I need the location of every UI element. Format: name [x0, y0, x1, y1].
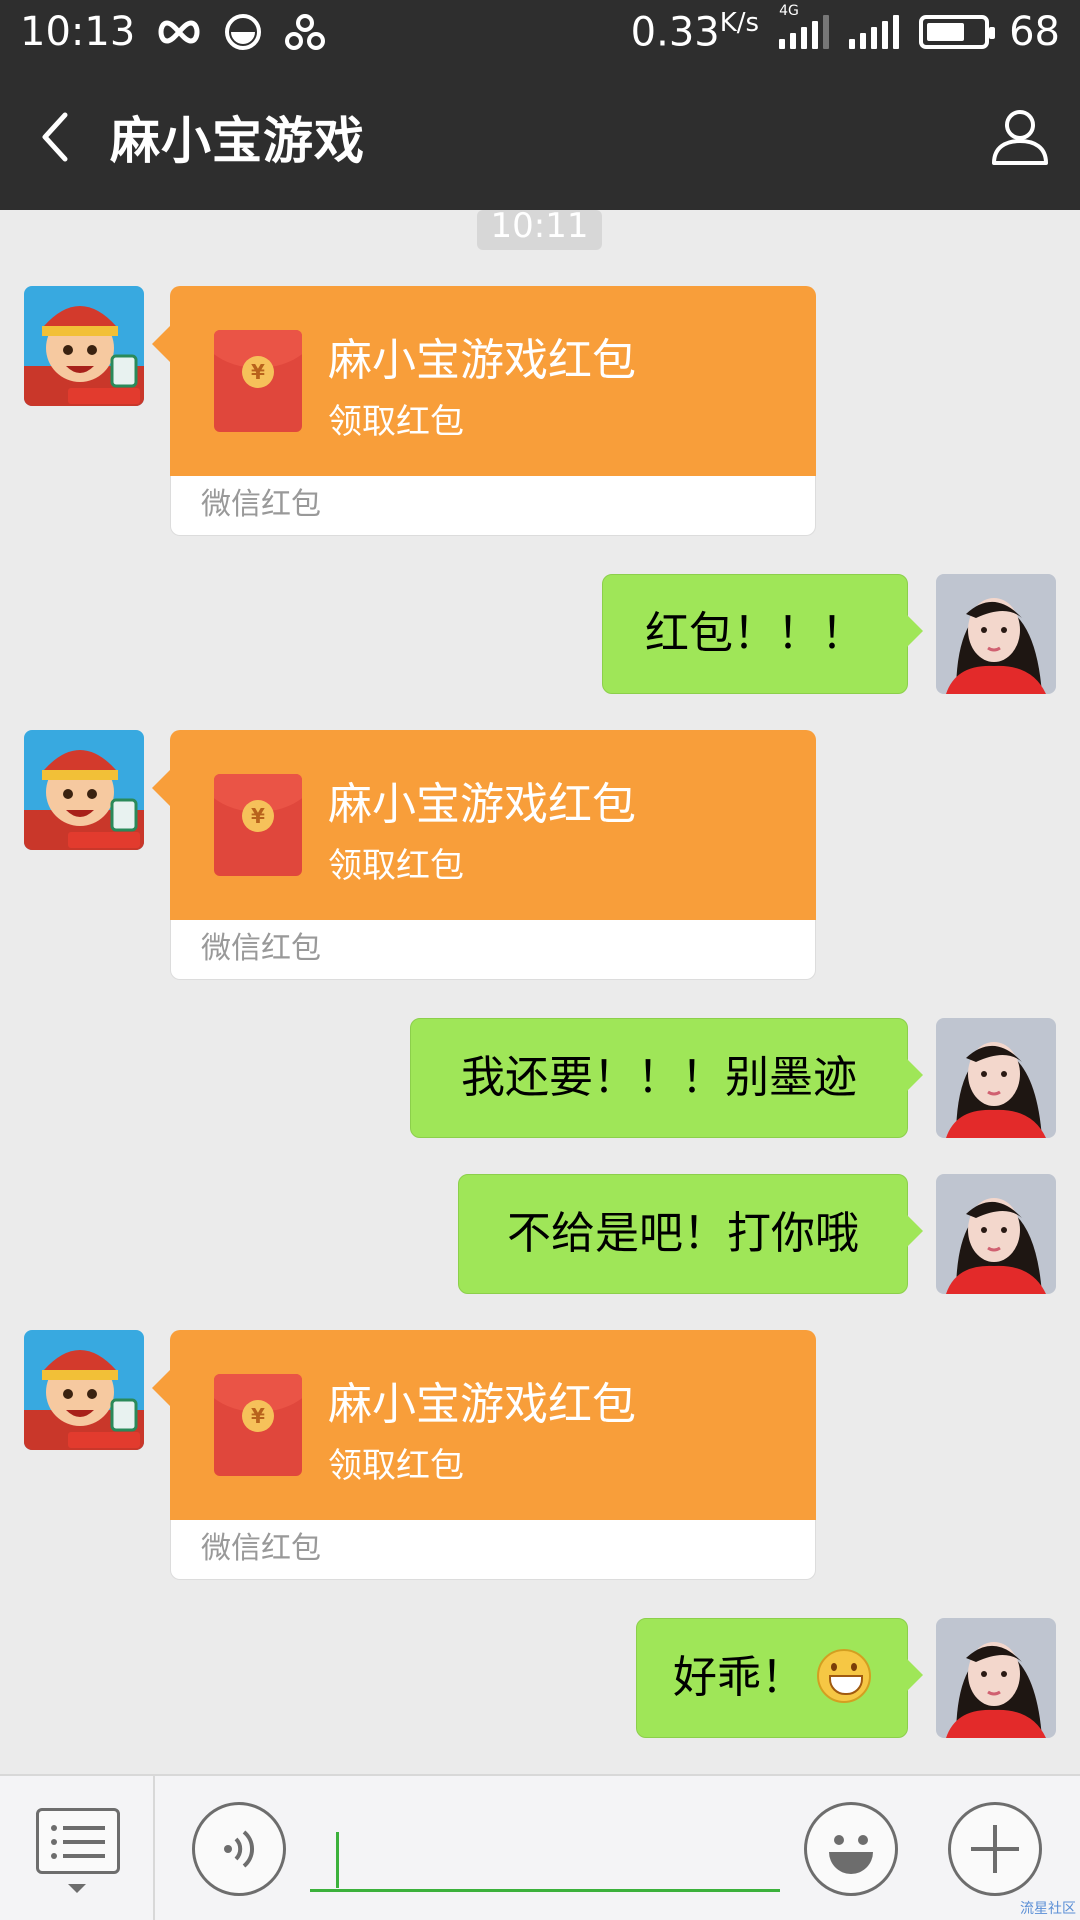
infinity-icon: [158, 20, 200, 44]
red-packet-subtitle: 领取红包: [328, 402, 464, 442]
menu-line: [63, 1854, 105, 1858]
watermark: 流星社区: [1020, 1901, 1076, 1917]
title-bar: 麻小宝游戏: [0, 64, 1080, 210]
plus-icon: [971, 1825, 1019, 1873]
user-avatar[interactable]: [936, 1618, 1056, 1738]
yuan-coin-icon: ¥: [242, 800, 274, 832]
red-envelope-icon: ¥: [214, 1374, 302, 1476]
user-avatar-image: [936, 574, 1056, 694]
sent-message-bubble[interactable]: 我还要！！！别墨迹: [410, 1018, 923, 1138]
message-timestamp: 10:11: [477, 210, 602, 250]
menu-dot: [51, 1839, 57, 1845]
user-avatar[interactable]: [936, 574, 1056, 694]
user-avatar-image: [936, 1018, 1056, 1138]
signal-bars-4g-icon: [779, 14, 830, 49]
user-avatar[interactable]: [936, 1018, 1056, 1138]
grin-emoji-icon: [817, 1649, 871, 1703]
status-right: 0.33K/s 4G 68: [631, 3, 1060, 56]
list-menu-icon: [51, 1825, 57, 1831]
net-speed: 0.33K/s: [631, 8, 759, 55]
input-divider: [153, 1776, 155, 1920]
game-mascot-avatar-image: [24, 730, 144, 850]
red-envelope-icon: ¥: [214, 330, 302, 432]
back-button[interactable]: [0, 64, 110, 210]
game-avatar[interactable]: [24, 286, 144, 406]
red-packet-message[interactable]: ¥ 麻小宝游戏红包 领取红包 微信红包: [152, 730, 816, 980]
message-input[interactable]: [310, 1816, 780, 1892]
trefoil-icon: [285, 14, 326, 50]
game-mascot-avatar-image: [24, 1330, 144, 1450]
user-avatar-image: [936, 1174, 1056, 1294]
red-packet-message[interactable]: ¥ 麻小宝游戏红包 领取红包 微信红包: [152, 286, 816, 536]
red-packet-body: ¥ 麻小宝游戏红包 领取红包: [152, 730, 816, 920]
menu-dot: [51, 1853, 57, 1859]
red-packet-title: 麻小宝游戏红包: [328, 1379, 636, 1430]
red-envelope-icon: ¥: [214, 774, 302, 876]
red-packet-footer: 微信红包: [170, 476, 816, 536]
menu-line: [63, 1826, 105, 1830]
sent-message-bubble[interactable]: 红包！！！: [602, 574, 923, 694]
game-avatar[interactable]: [24, 1330, 144, 1450]
sent-message-text: 好乖！: [673, 1652, 805, 1703]
mobile-signal-4g: 4G: [779, 3, 830, 49]
menu-line: [63, 1840, 105, 1844]
red-packet-message[interactable]: ¥ 麻小宝游戏红包 领取红包 微信红包: [152, 1330, 816, 1580]
red-packet-title: 麻小宝游戏红包: [328, 779, 636, 830]
yuan-coin-icon: ¥: [242, 1400, 274, 1432]
smiley-status-icon: [225, 14, 262, 50]
red-packet-subtitle: 领取红包: [328, 846, 464, 886]
red-packet-title: 麻小宝游戏红包: [328, 335, 636, 386]
chat-title: 麻小宝游戏: [110, 112, 365, 170]
text-cursor: [336, 1832, 339, 1888]
chat-info-button[interactable]: [960, 64, 1080, 210]
chevron-left-icon: [42, 112, 68, 162]
sent-message-bubble[interactable]: 不给是吧！打你哦: [458, 1174, 923, 1294]
net-speed-unit: K/s: [719, 8, 760, 39]
red-packet-body: ¥ 麻小宝游戏红包 领取红包: [152, 1330, 816, 1520]
game-avatar[interactable]: [24, 730, 144, 850]
sent-message-bubble[interactable]: 好乖！: [636, 1618, 923, 1738]
service-menu-button[interactable]: [36, 1808, 120, 1874]
red-packet-body: ¥ 麻小宝游戏红包 领取红包: [152, 286, 816, 476]
net-speed-value: 0.33: [630, 9, 720, 56]
red-packet-footer: 微信红包: [170, 1520, 816, 1580]
smiley-icon: [829, 1835, 873, 1874]
person-icon: [992, 110, 1048, 165]
more-button[interactable]: [948, 1802, 1042, 1896]
chat-area[interactable]: 10:11 ¥ 麻小宝游戏红包 领取红包 微信红包 红包！！！ ¥ 麻小宝游戏红…: [0, 210, 1080, 1774]
battery-percent: 68: [1009, 8, 1060, 55]
game-mascot-avatar-image: [24, 286, 144, 406]
emoji-button[interactable]: [804, 1802, 898, 1896]
battery-icon: [919, 14, 996, 49]
network-type-label: 4G: [779, 2, 799, 19]
battery-fill: [927, 22, 964, 41]
user-avatar-image: [936, 1618, 1056, 1738]
red-packet-subtitle: 领取红包: [328, 1446, 464, 1486]
status-time: 10:13: [20, 9, 136, 55]
signal-bars-icon: [849, 14, 900, 49]
user-avatar[interactable]: [936, 1174, 1056, 1294]
voice-icon: [224, 1830, 255, 1868]
status-bar: 10:13 0.33K/s 4G 68: [0, 0, 1080, 64]
input-bar: 流星社区: [0, 1774, 1080, 1920]
status-left: 10:13: [20, 9, 327, 55]
voice-button[interactable]: [192, 1802, 286, 1896]
caret-down-icon: [68, 1884, 86, 1893]
yuan-coin-icon: ¥: [242, 356, 274, 388]
red-packet-footer: 微信红包: [170, 920, 816, 980]
